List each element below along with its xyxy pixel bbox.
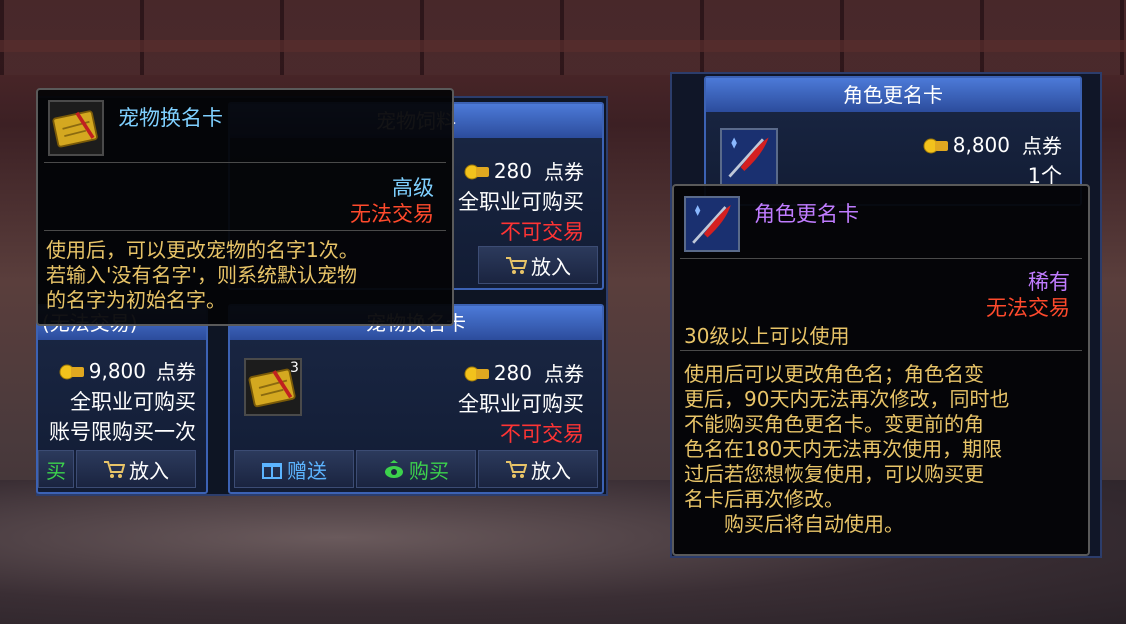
card-title: 角色更名卡 (706, 78, 1080, 112)
description-line: 的名字为初始名字。 (46, 288, 226, 312)
coin-icon (464, 162, 490, 180)
coin-icon (59, 362, 85, 380)
character-rename-card-icon (684, 196, 740, 252)
description-line: 名卡后再次修改。 (684, 487, 844, 511)
level-requirement: 30级以上可以使用 (684, 324, 850, 348)
shop-card-pet-rename[interactable]: 宠物换名卡 3 280 点券 全职业可购买 不可交易 赠送 购买 放入 (228, 304, 604, 494)
buy-button[interactable]: 买 (38, 450, 74, 488)
coin-icon (923, 136, 949, 154)
put-in-cart-button[interactable]: 放入 (478, 450, 598, 488)
price-currency: 点券 (544, 160, 584, 184)
description-line: 更后，90天内无法再次修改，同时也 (684, 387, 1010, 411)
description-line: 不能购买角色更名卡。变更前的角 (684, 412, 984, 436)
trade-status: 无法交易 (350, 202, 434, 226)
trade-status: 无法交易 (986, 296, 1070, 320)
tooltip-separator (44, 162, 446, 163)
description-line: 使用后，可以更改宠物的名字1次。 (46, 238, 359, 262)
buy-label: 购买 (409, 458, 449, 483)
money-bag-icon (385, 460, 403, 478)
card-buttons: 买 放入 (38, 450, 196, 488)
background-rail (0, 40, 1126, 52)
cart-icon (506, 257, 527, 274)
put-in-cart-button[interactable]: 放入 (478, 246, 598, 284)
job-requirement: 全职业可购买 (458, 190, 584, 214)
item-description: 使用后，可以更改宠物的名字1次。 若输入'没有名字'，则系统默认宠物 的名字为初… (46, 238, 359, 313)
gift-label: 赠送 (287, 458, 327, 483)
price-currency: 点券 (544, 362, 584, 386)
coin-icon (464, 364, 490, 382)
price-value: 8,800 (952, 132, 1010, 157)
price-row: 8,800 点券 (923, 130, 1062, 159)
cart-icon (104, 461, 125, 478)
price-row: 280 点券 (464, 156, 584, 185)
shop-card-limited[interactable]: (无法交易) 9,800 点券 全职业可购买 账号限购买一次 买 放入 (36, 304, 208, 494)
character-rename-card-tooltip: 角色更名卡 稀有 无法交易 30级以上可以使用 使用后可以更改角色名；角色名变 … (672, 184, 1090, 556)
pet-rename-card-icon (48, 100, 104, 156)
trade-status: 不可交易 (500, 422, 584, 446)
gift-button[interactable]: 赠送 (234, 450, 354, 488)
tooltip-separator (44, 230, 446, 231)
price-row: 9,800 点券 (59, 356, 196, 385)
background-wall (0, 0, 1126, 75)
put-in-cart-button[interactable]: 放入 (76, 450, 196, 488)
buy-button[interactable]: 购买 (356, 450, 476, 488)
price-currency: 点券 (156, 360, 196, 384)
put-in-cart-label: 放入 (531, 458, 571, 483)
item-description: 使用后可以更改角色名；角色名变 更后，90天内无法再次修改，同时也 不能购买角色… (684, 362, 1009, 537)
description-line: 过后若您想恢复使用，可以购买更 (684, 462, 984, 486)
description-line: 使用后可以更改角色名；角色名变 (684, 362, 984, 386)
description-line: 色名在180天内无法再次使用，期限 (684, 437, 1003, 461)
job-requirement: 全职业可购买 (458, 392, 584, 416)
auto-use-note: 购买后将自动使用。 (724, 512, 904, 536)
tooltip-separator (680, 350, 1082, 351)
gift-icon (262, 463, 282, 479)
price-currency: 点券 (1022, 134, 1062, 158)
job-requirement: 全职业可购买 (70, 390, 196, 414)
price-value: 280 (493, 360, 532, 385)
put-in-cart-label: 放入 (129, 458, 169, 483)
trade-status: 不可交易 (500, 220, 584, 244)
pet-rename-card-tooltip: 宠物换名卡 高级 无法交易 使用后，可以更改宠物的名字1次。 若输入'没有名字'… (36, 88, 454, 326)
character-rename-card-icon (720, 128, 778, 186)
price-value: 280 (493, 158, 532, 183)
item-count: 3 (290, 360, 299, 376)
put-in-cart-label: 放入 (531, 254, 571, 279)
card-buttons: 放入 (478, 246, 598, 284)
tooltip-separator (680, 258, 1082, 259)
tooltip-title: 角色更名卡 (754, 202, 859, 226)
purchase-limit: 账号限购买一次 (49, 420, 196, 444)
price-row: 280 点券 (464, 358, 584, 387)
buy-label: 买 (46, 458, 66, 483)
card-buttons: 赠送 购买 放入 (234, 450, 598, 488)
cart-icon (506, 461, 527, 478)
price-value: 9,800 (88, 358, 146, 383)
tooltip-title: 宠物换名卡 (118, 106, 223, 130)
description-line: 若输入'没有名字'，则系统默认宠物 (46, 263, 357, 287)
